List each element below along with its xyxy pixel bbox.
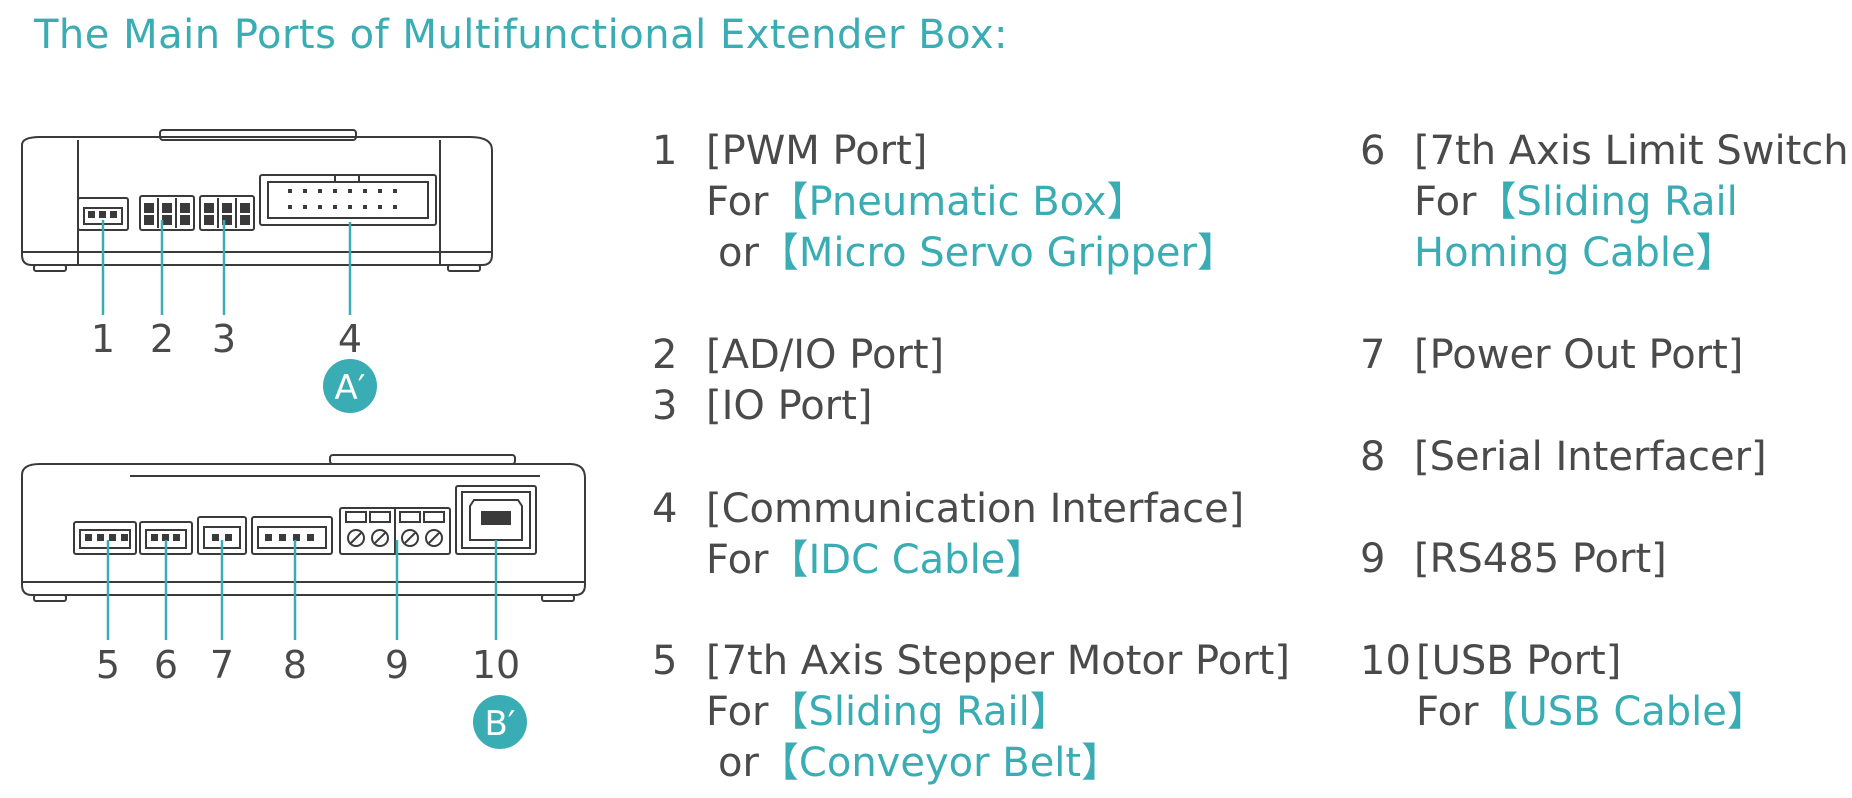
- port-item-1: 1 [PWM Port] For【Pneumatic Box】 or【Micro…: [652, 126, 1237, 279]
- callout-label-8: 8: [283, 643, 307, 687]
- callout-label-4: 4: [338, 317, 362, 361]
- port-name: [USB Port]: [1416, 638, 1622, 684]
- callout-label-9: 9: [385, 643, 409, 687]
- port-name: [7th Axis Limit Switch]: [1414, 128, 1852, 174]
- port-name: [7th Axis Stepper Motor Port]: [706, 638, 1290, 684]
- panel-b-badge-label: B′: [484, 704, 515, 744]
- port-name: [RS485 Port]: [1414, 536, 1667, 582]
- port-number: 8: [1360, 434, 1386, 480]
- port-item-5: 5 [7th Axis Stepper Motor Port] For【Slid…: [652, 636, 1290, 789]
- port-number: 2: [652, 332, 678, 378]
- stepper-motor-port-connector: [73, 521, 137, 555]
- callout-label-3: 3: [212, 317, 236, 361]
- for-label: For: [706, 689, 769, 735]
- for-target: 【Sliding Rail】: [768, 689, 1070, 735]
- port-number: 7: [1360, 332, 1386, 378]
- callout-label-10: 10: [472, 643, 520, 687]
- for-target: 【USB Cable】: [1478, 689, 1767, 735]
- port-name: [Power Out Port]: [1414, 332, 1744, 378]
- io-port-connector: [199, 195, 255, 231]
- or-target: 【Conveyor Belt】: [758, 740, 1122, 786]
- port-number: 1: [652, 128, 678, 174]
- callout-label-1: 1: [91, 317, 115, 361]
- rs485-terminal-block: [339, 507, 451, 555]
- port-item-10: 10 [USB Port] For【USB Cable】: [1360, 636, 1767, 738]
- for-label: For: [706, 537, 769, 583]
- for-label: For: [1416, 689, 1479, 735]
- port-name: [AD/IO Port]: [706, 332, 945, 378]
- callout-label-5: 5: [96, 643, 120, 687]
- port-name: [Serial Interfacer]: [1414, 434, 1767, 480]
- port-number: 4: [652, 486, 678, 532]
- port-item-7: 7 [Power Out Port]: [1360, 330, 1743, 381]
- port-item-8: 8 [Serial Interfacer]: [1360, 432, 1767, 483]
- for-label: For: [706, 179, 769, 225]
- port-item-3: 3 [IO Port]: [652, 381, 873, 432]
- port-item-4: 4 [Communication Interface] For【IDC Cabl…: [652, 484, 1244, 586]
- callout-label-7: 7: [210, 643, 234, 687]
- for-target: 【Sliding Rail: [1476, 179, 1738, 225]
- port-number: 5: [652, 638, 678, 684]
- device-diagram: 1 2 3 4 A′ 5 6 7 8 9 10 B′: [21, 129, 586, 749]
- or-label: or: [718, 230, 759, 276]
- port-number: 9: [1360, 536, 1386, 582]
- or-target: 【Micro Servo Gripper】: [758, 230, 1237, 276]
- port-number: 3: [652, 383, 678, 429]
- panel-a-badge-label: A′: [335, 368, 366, 408]
- port-item-9: 9 [RS485 Port]: [1360, 534, 1667, 585]
- or-label: or: [718, 740, 759, 786]
- serial-interface-port-connector: [251, 516, 333, 555]
- port-item-6: 6 [7th Axis Limit Switch] For【Sliding Ra…: [1360, 126, 1852, 279]
- port-name: [PWM Port]: [706, 128, 928, 174]
- port-name: [Communication Interface]: [706, 486, 1245, 532]
- for-target: 【Pneumatic Box】: [768, 179, 1147, 225]
- port-item-2: 2 [AD/IO Port]: [652, 330, 944, 381]
- callout-label-2: 2: [150, 317, 174, 361]
- port-name: [IO Port]: [706, 383, 873, 429]
- panel-a-device: [21, 129, 493, 272]
- for-label: For: [1414, 179, 1477, 225]
- for-target-continued: Homing Cable】: [1414, 230, 1736, 276]
- port-number: 6: [1360, 128, 1386, 174]
- idc-connector: [259, 174, 437, 226]
- ad-io-port-connector: [139, 195, 195, 231]
- port-number: 10: [1360, 638, 1411, 684]
- for-target: 【IDC Cable】: [768, 537, 1046, 583]
- callout-label-6: 6: [154, 643, 178, 687]
